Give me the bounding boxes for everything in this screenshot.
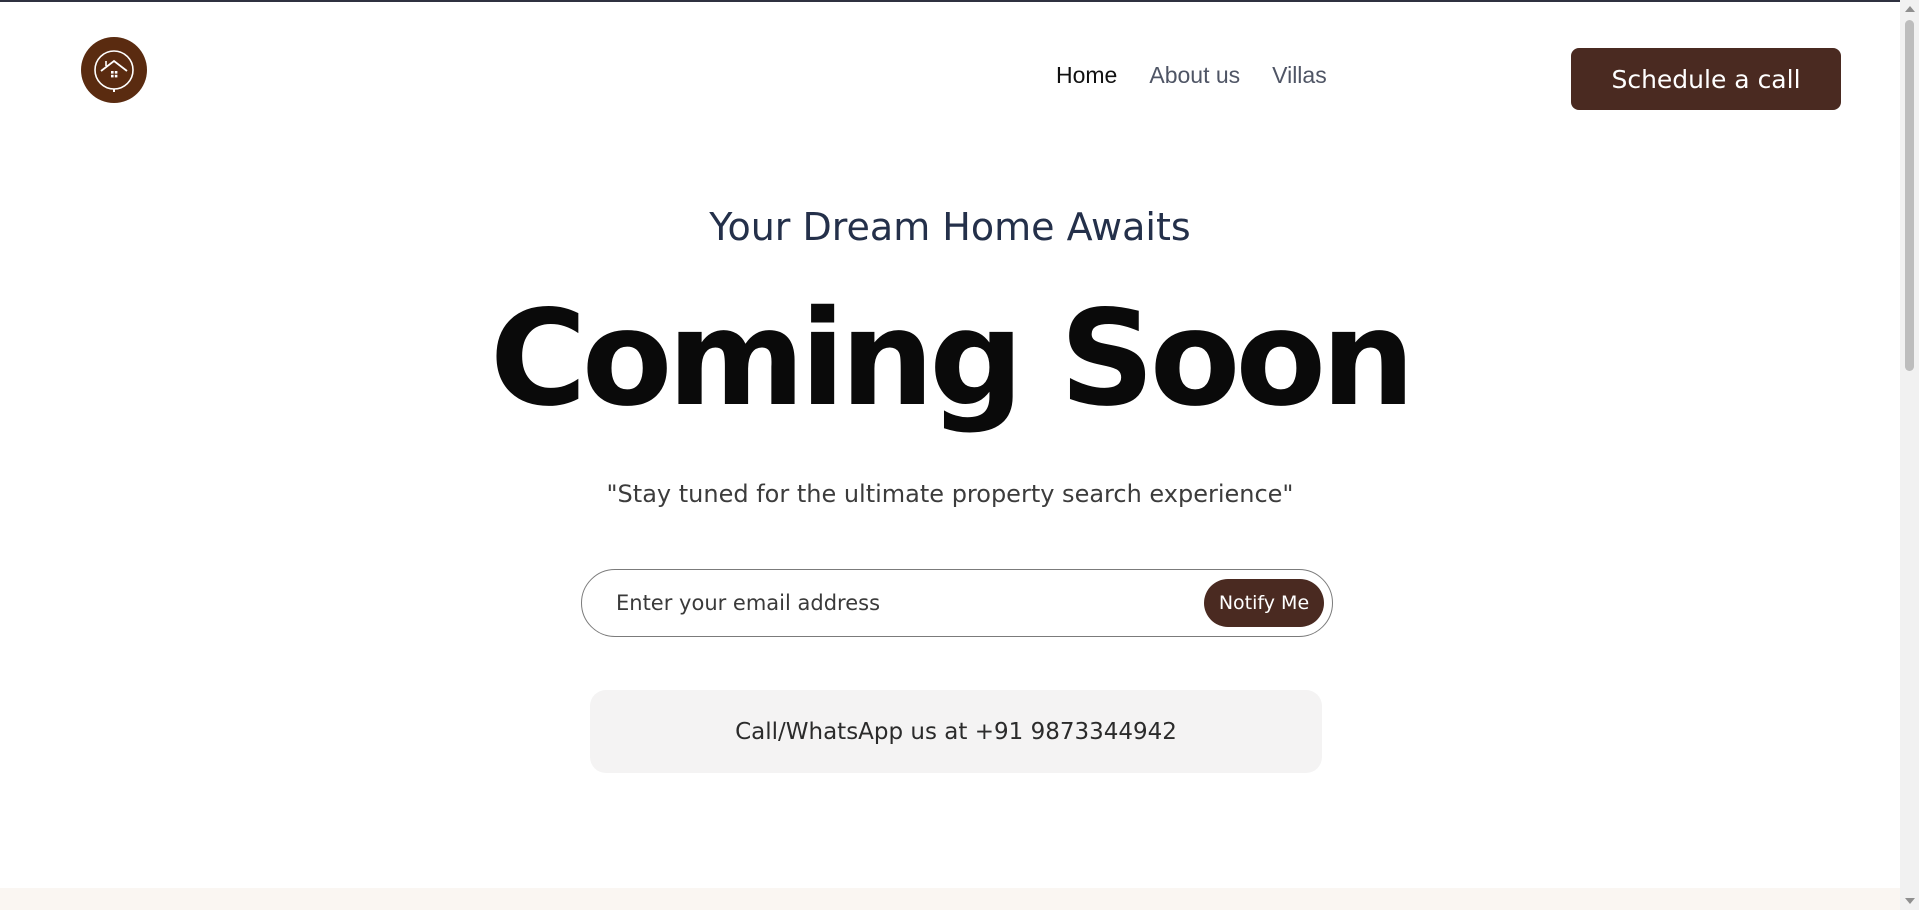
email-input[interactable] [614,582,1158,624]
hero-title: Coming Soon [489,282,1415,436]
notify-me-button[interactable]: Notify Me [1204,579,1324,627]
nav-item-about-us[interactable]: About us [1149,62,1240,89]
hero-subtitle: Your Dream Home Awaits [709,205,1191,249]
nav-item-home[interactable]: Home [1056,62,1117,89]
email-signup-form: Notify Me [581,569,1333,637]
page: Home About us Villas Schedule a call You… [0,0,1900,910]
contact-text: Call/WhatsApp us at +91 9873344942 [735,718,1177,745]
scrollbar-thumb[interactable] [1905,20,1914,371]
main-nav: Home About us Villas [1056,62,1327,89]
vertical-scrollbar[interactable] [1900,0,1919,910]
hero-tagline: "Stay tuned for the ultimate property se… [606,480,1294,508]
scroll-up-arrow-icon[interactable] [1905,6,1915,12]
contact-info-box: Call/WhatsApp us at +91 9873344942 [590,690,1322,773]
scroll-down-arrow-icon[interactable] [1905,898,1915,904]
nav-item-villas[interactable]: Villas [1272,62,1327,89]
site-logo[interactable] [81,37,147,103]
footer-section-edge [0,888,1900,910]
schedule-call-button[interactable]: Schedule a call [1571,48,1841,110]
house-logo-icon [94,50,134,92]
